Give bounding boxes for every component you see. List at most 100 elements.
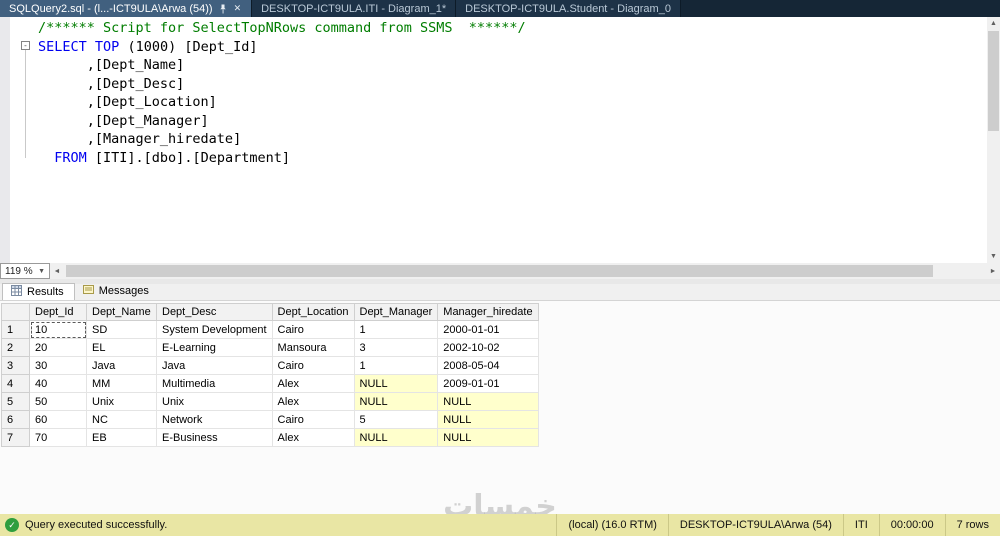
grid-body: 1 10 SD System Development Cairo 1 2000-01-01 2… bbox=[1, 320, 539, 447]
table-row: 2 20 EL E-Learning Mansoura 3 2002-10-02 bbox=[1, 338, 539, 357]
grid-cell[interactable]: 3 bbox=[353, 338, 439, 357]
status-user: DESKTOP-ICT9ULA\Arwa (54) bbox=[667, 514, 843, 536]
status-server: (local) (16.0 RTM) bbox=[556, 514, 667, 536]
status-database: ITI bbox=[842, 514, 879, 536]
collapse-region-icon[interactable]: - bbox=[21, 41, 30, 50]
grid-cell[interactable]: 2008-05-04 bbox=[437, 356, 539, 375]
table-row: 5 50 Unix Unix Alex NULL NULL bbox=[1, 392, 539, 411]
document-tab-bar: SQLQuery2.sql - (l...-ICT9ULA\Arwa (54))… bbox=[0, 0, 1000, 17]
tab-messages[interactable]: Messages bbox=[75, 283, 159, 300]
editor-horizontal-scrollbar[interactable] bbox=[64, 263, 986, 279]
chevron-down-icon: ▼ bbox=[38, 267, 45, 275]
column-header[interactable]: Dept_Id bbox=[29, 303, 87, 321]
status-bar: ✓ Query executed successfully. (local) (… bbox=[0, 514, 1000, 536]
table-row: 1 10 SD System Development Cairo 1 2000-01-01 bbox=[1, 320, 539, 339]
success-check-icon: ✓ bbox=[5, 518, 19, 532]
row-number[interactable]: 2 bbox=[1, 338, 30, 357]
grid-cell[interactable]: E-Learning bbox=[156, 338, 273, 357]
scrollbar-thumb[interactable] bbox=[988, 31, 999, 131]
grid-cell[interactable]: Java bbox=[156, 356, 273, 375]
grid-cell[interactable]: Mansoura bbox=[271, 338, 355, 357]
grid-cell[interactable]: NC bbox=[86, 410, 157, 429]
grid-cell[interactable]: 30 bbox=[29, 356, 87, 375]
grid-cell[interactable]: Cairo bbox=[271, 320, 355, 339]
code-line: FROM [ITI].[dbo].[Department] bbox=[54, 149, 290, 166]
column-header[interactable]: Dept_Location bbox=[271, 303, 355, 321]
grid-cell[interactable]: Network bbox=[156, 410, 273, 429]
grid-cell[interactable]: 1 bbox=[353, 320, 439, 339]
code-line: SELECT TOP (1000) [Dept_Id] bbox=[38, 38, 258, 55]
grid-cell[interactable]: 50 bbox=[29, 392, 87, 411]
code-line: ,[Dept_Manager] bbox=[38, 112, 209, 129]
row-number[interactable]: 5 bbox=[1, 392, 30, 411]
grid-cell[interactable]: 5 bbox=[353, 410, 439, 429]
editor-bottom-bar: 119 % ▼ ◄ ► bbox=[0, 263, 1000, 279]
grid-cell[interactable]: E-Business bbox=[156, 428, 273, 447]
grid-cell[interactable]: 10 bbox=[29, 320, 87, 339]
scroll-left-icon[interactable]: ◄ bbox=[50, 263, 64, 279]
grid-cell[interactable]: Unix bbox=[86, 392, 157, 411]
grid-cell[interactable]: Alex bbox=[271, 392, 355, 411]
grid-cell[interactable]: System Development bbox=[156, 320, 273, 339]
row-number[interactable]: 1 bbox=[1, 320, 30, 339]
grid-cell[interactable]: EL bbox=[86, 338, 157, 357]
grid-cell[interactable]: 2002-10-02 bbox=[437, 338, 539, 357]
grid-cell[interactable]: 70 bbox=[29, 428, 87, 447]
row-number[interactable]: 3 bbox=[1, 356, 30, 375]
table-row: 3 30 Java Java Cairo 1 2008-05-04 bbox=[1, 356, 539, 375]
grid-cell[interactable]: 2000-01-01 bbox=[437, 320, 539, 339]
grid-cell[interactable]: EB bbox=[86, 428, 157, 447]
grid-cell[interactable]: MM bbox=[86, 374, 157, 393]
grid-cell[interactable]: NULL bbox=[353, 428, 439, 447]
ssms-window: SQLQuery2.sql - (l...-ICT9ULA\Arwa (54))… bbox=[0, 0, 1000, 536]
grid-cell[interactable]: Java bbox=[86, 356, 157, 375]
column-header[interactable]: Dept_Desc bbox=[156, 303, 273, 321]
grid-cell[interactable]: Alex bbox=[271, 374, 355, 393]
status-elapsed-time: 00:00:00 bbox=[878, 514, 945, 536]
scroll-right-icon[interactable]: ► bbox=[986, 263, 1000, 279]
grid-cell[interactable]: NULL bbox=[437, 410, 539, 429]
code-lines[interactable]: /****** Script for SelectTopNRows comman… bbox=[38, 19, 984, 167]
row-number[interactable]: 4 bbox=[1, 374, 30, 393]
grid-cell[interactable]: 20 bbox=[29, 338, 87, 357]
results-pane-tabs: Results Messages bbox=[0, 283, 1000, 301]
grid-cell[interactable]: NULL bbox=[353, 392, 439, 411]
column-header[interactable]: Dept_Name bbox=[86, 303, 157, 321]
scroll-down-icon[interactable]: ▼ bbox=[987, 250, 1000, 263]
grid-cell[interactable]: Multimedia bbox=[156, 374, 273, 393]
editor-vertical-scrollbar[interactable]: ▲ ▼ bbox=[987, 17, 1000, 263]
code-line: /****** Script for SelectTopNRows comman… bbox=[38, 20, 526, 36]
grid-cell[interactable]: NULL bbox=[437, 428, 539, 447]
scrollbar-thumb[interactable] bbox=[66, 265, 933, 277]
tab-iti-diagram[interactable]: DESKTOP-ICT9ULA.ITI - Diagram_1* bbox=[252, 0, 457, 17]
tab-results-label: Results bbox=[27, 285, 64, 298]
grid-cell[interactable]: 2009-01-01 bbox=[437, 374, 539, 393]
sql-editor[interactable]: - /****** Script for SelectTopNRows comm… bbox=[0, 17, 1000, 263]
grid-cell[interactable]: SD bbox=[86, 320, 157, 339]
select-all-corner[interactable] bbox=[1, 303, 30, 321]
messages-icon bbox=[82, 284, 94, 298]
table-row: 7 70 EB E-Business Alex NULL NULL bbox=[1, 428, 539, 447]
tab-student-diagram[interactable]: DESKTOP-ICT9ULA.Student - Diagram_0 bbox=[456, 0, 681, 17]
scroll-up-icon[interactable]: ▲ bbox=[987, 17, 1000, 30]
status-message: Query executed successfully. bbox=[25, 519, 168, 531]
close-icon[interactable]: ✕ bbox=[233, 4, 243, 13]
grid-cell[interactable]: 40 bbox=[29, 374, 87, 393]
pin-icon[interactable] bbox=[219, 4, 227, 14]
column-header[interactable]: Manager_hiredate bbox=[437, 303, 539, 321]
code-line: ,[Manager_hiredate] bbox=[38, 131, 242, 147]
column-header[interactable]: Dept_Manager bbox=[353, 303, 439, 321]
zoom-control[interactable]: 119 % ▼ bbox=[0, 263, 50, 279]
tab-sqlquery2[interactable]: SQLQuery2.sql - (l...-ICT9ULA\Arwa (54))… bbox=[0, 0, 253, 17]
row-number[interactable]: 7 bbox=[1, 428, 30, 447]
row-number[interactable]: 6 bbox=[1, 410, 30, 429]
grid-cell[interactable]: NULL bbox=[353, 374, 439, 393]
grid-cell[interactable]: Unix bbox=[156, 392, 273, 411]
tab-results[interactable]: Results bbox=[2, 283, 75, 300]
grid-cell[interactable]: Cairo bbox=[271, 410, 355, 429]
grid-cell[interactable]: NULL bbox=[437, 392, 539, 411]
grid-cell[interactable]: Alex bbox=[271, 428, 355, 447]
grid-cell[interactable]: 1 bbox=[353, 356, 439, 375]
grid-cell[interactable]: 60 bbox=[29, 410, 87, 429]
grid-cell[interactable]: Cairo bbox=[271, 356, 355, 375]
